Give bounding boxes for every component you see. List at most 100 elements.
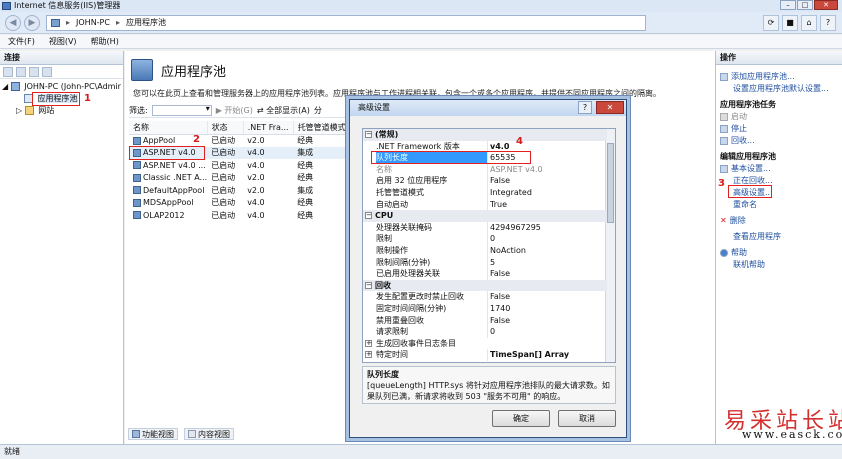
set-defaults-link[interactable]: 设置应用程序池默认设置... xyxy=(733,83,829,94)
property-row[interactable]: 限制操作 NoAction xyxy=(363,245,607,257)
tree-node-sites[interactable]: ▷ 网站 xyxy=(16,105,54,117)
content-view-icon xyxy=(188,430,196,438)
rename-link[interactable]: 重命名 xyxy=(733,199,757,210)
add-app-pool-link[interactable]: 添加应用程序池... xyxy=(720,71,795,82)
table-row[interactable]: MDSAppPool 已启动 v4.0 经典 xyxy=(129,197,357,210)
menu-view[interactable]: 视图(V) xyxy=(49,35,77,48)
property-label: 生成回收事件日志条目 xyxy=(376,338,456,348)
column-dotnet[interactable]: .NET Fra... xyxy=(243,121,294,135)
property-value[interactable]: 4294967295 xyxy=(487,221,605,234)
property-value[interactable]: False xyxy=(487,175,605,187)
property-value[interactable]: ASP.NET v4.0 xyxy=(487,163,605,176)
property-value[interactable]: Integrated xyxy=(487,187,605,199)
table-row[interactable]: ASP.NET v4.0 ... 已启动 v4.0 经典 xyxy=(129,159,357,172)
column-name[interactable]: 名称 xyxy=(129,121,208,135)
back-button[interactable]: ◀ xyxy=(5,15,21,31)
basic-settings-link[interactable]: 基本设置... xyxy=(720,163,771,174)
show-all-button[interactable]: ⇄ 全部显示(A) xyxy=(257,105,310,116)
property-value[interactable]: False xyxy=(487,291,605,303)
up-icon[interactable] xyxy=(29,67,39,77)
stop-icon[interactable]: ■ xyxy=(782,15,798,31)
property-row[interactable]: 名称 ASP.NET v4.0 xyxy=(363,163,607,176)
property-row[interactable]: 自动启动 True xyxy=(363,198,607,211)
expand-icon[interactable]: ▷ xyxy=(16,106,22,115)
close-button[interactable]: ✕ xyxy=(814,0,838,10)
ok-button[interactable]: 确定 xyxy=(492,410,550,427)
property-row[interactable]: 启用 32 位应用程序 False xyxy=(363,175,607,187)
cancel-button[interactable]: 取消 xyxy=(558,410,616,427)
online-help-link[interactable]: 联机帮助 xyxy=(733,259,765,270)
property-label: 名称 xyxy=(376,164,392,174)
table-row[interactable]: Classic .NET A... 已启动 v2.0 经典 xyxy=(129,172,357,185)
save-icon[interactable] xyxy=(16,67,26,77)
property-category[interactable]: − 回收 xyxy=(363,279,607,292)
property-row[interactable]: 已启用处理器关联 False xyxy=(363,268,607,280)
actions-pane: 操作 添加应用程序池... 设置应用程序池默认设置... 应用程序池任务 启动 … xyxy=(715,51,842,444)
refresh-icon[interactable]: ⟳ xyxy=(763,15,779,31)
property-row[interactable]: 处理器关联掩码 4294967295 xyxy=(363,221,607,234)
collapse-icon[interactable]: − xyxy=(365,281,372,289)
menu-help[interactable]: 帮助(H) xyxy=(91,35,119,48)
property-row[interactable]: 固定时间间隔(分钟) 1740 xyxy=(363,303,607,315)
property-row[interactable]: 发生配置更改时禁止回收 False xyxy=(363,291,607,303)
property-value[interactable]: TimeSpan[] Array xyxy=(487,349,605,361)
expand-icon[interactable]: + xyxy=(365,339,372,347)
view-apps-link[interactable]: 查看应用程序 xyxy=(733,231,781,242)
pool-status: 已启动 xyxy=(211,173,236,183)
dialog-help-button[interactable]: ? xyxy=(578,101,592,114)
recycle-link[interactable]: 回收... xyxy=(720,135,755,146)
property-row[interactable]: 请求限制 0 xyxy=(363,326,607,338)
breadcrumb[interactable]: ▸ JOHN-PC ▸ 应用程序池 xyxy=(46,15,646,31)
property-row[interactable]: + 生成回收事件日志条目 xyxy=(363,338,607,350)
iis-app-icon xyxy=(2,2,11,10)
table-row[interactable]: DefaultAppPool 已启动 v2.0 集成 xyxy=(129,184,357,197)
filter-input[interactable] xyxy=(151,104,212,116)
maximize-button[interactable]: □ xyxy=(797,0,813,10)
stop-link[interactable]: 停止 xyxy=(720,123,747,134)
column-pipeline[interactable]: 托管管道模式 xyxy=(293,121,358,135)
property-value[interactable]: True xyxy=(487,198,605,211)
home-icon[interactable]: ⌂ xyxy=(801,15,817,31)
property-row[interactable]: 限制 0 xyxy=(363,233,607,245)
property-row[interactable]: 限制间隔(分钟) 5 xyxy=(363,256,607,269)
property-value[interactable]: 5 xyxy=(487,256,605,269)
collapse-icon[interactable]: ◢ xyxy=(2,82,8,91)
collapse-icon[interactable]: − xyxy=(365,131,372,138)
connect-icon[interactable] xyxy=(3,67,13,77)
help-icon[interactable]: ? xyxy=(820,15,836,31)
group-by-stub[interactable]: 分 xyxy=(314,105,322,116)
property-value[interactable]: False xyxy=(487,268,605,280)
collapse-icon[interactable]: − xyxy=(365,212,372,220)
tab-features-view[interactable]: 功能视图 xyxy=(128,428,178,440)
property-value[interactable]: 0 xyxy=(487,326,605,338)
property-value[interactable]: NoAction xyxy=(487,245,605,257)
property-label: 已启用处理器关联 xyxy=(376,269,440,279)
property-value[interactable]: 1740 xyxy=(487,303,605,315)
dialog-close-button[interactable]: ✕ xyxy=(596,101,624,114)
forward-button[interactable]: ▶ xyxy=(24,15,40,31)
breadcrumb-item-server[interactable]: JOHN-PC xyxy=(76,16,110,30)
start-filter-button[interactable]: ▶ 开始(G) xyxy=(216,105,253,116)
property-value[interactable]: False xyxy=(487,314,605,327)
property-row[interactable]: 禁用重叠回收 False xyxy=(363,314,607,327)
breadcrumb-item-app-pools[interactable]: 应用程序池 xyxy=(126,16,166,30)
disconnect-icon[interactable] xyxy=(42,67,52,77)
menu-file[interactable]: 文件(F) xyxy=(8,35,35,48)
column-status[interactable]: 状态 xyxy=(207,121,244,135)
table-row[interactable]: AppPool 已启动 v2.0 经典 xyxy=(129,134,357,147)
property-label: 禁用重叠回收 xyxy=(376,315,424,325)
property-row[interactable]: + 特定时间 TimeSpan[] Array xyxy=(363,349,607,361)
property-label: 发生配置更改时禁止回收 xyxy=(376,292,464,302)
help-link[interactable]: 帮助 xyxy=(720,247,747,258)
property-value[interactable]: 0 xyxy=(487,233,605,245)
property-category[interactable]: − CPU xyxy=(363,210,607,222)
scrollbar-thumb[interactable] xyxy=(607,143,614,223)
table-row[interactable]: OLAP2012 已启动 v4.0 经典 xyxy=(129,209,357,222)
property-row[interactable]: 托管管道模式 Integrated xyxy=(363,187,607,199)
expand-icon[interactable]: + xyxy=(365,351,372,359)
minimize-button[interactable]: – xyxy=(780,0,796,10)
tab-content-view[interactable]: 内容视图 xyxy=(184,428,234,440)
pool-pipeline: 经典 xyxy=(297,210,314,220)
delete-link[interactable]: ✕ 删除 xyxy=(720,215,746,226)
property-category[interactable]: − (常规) xyxy=(363,129,607,141)
